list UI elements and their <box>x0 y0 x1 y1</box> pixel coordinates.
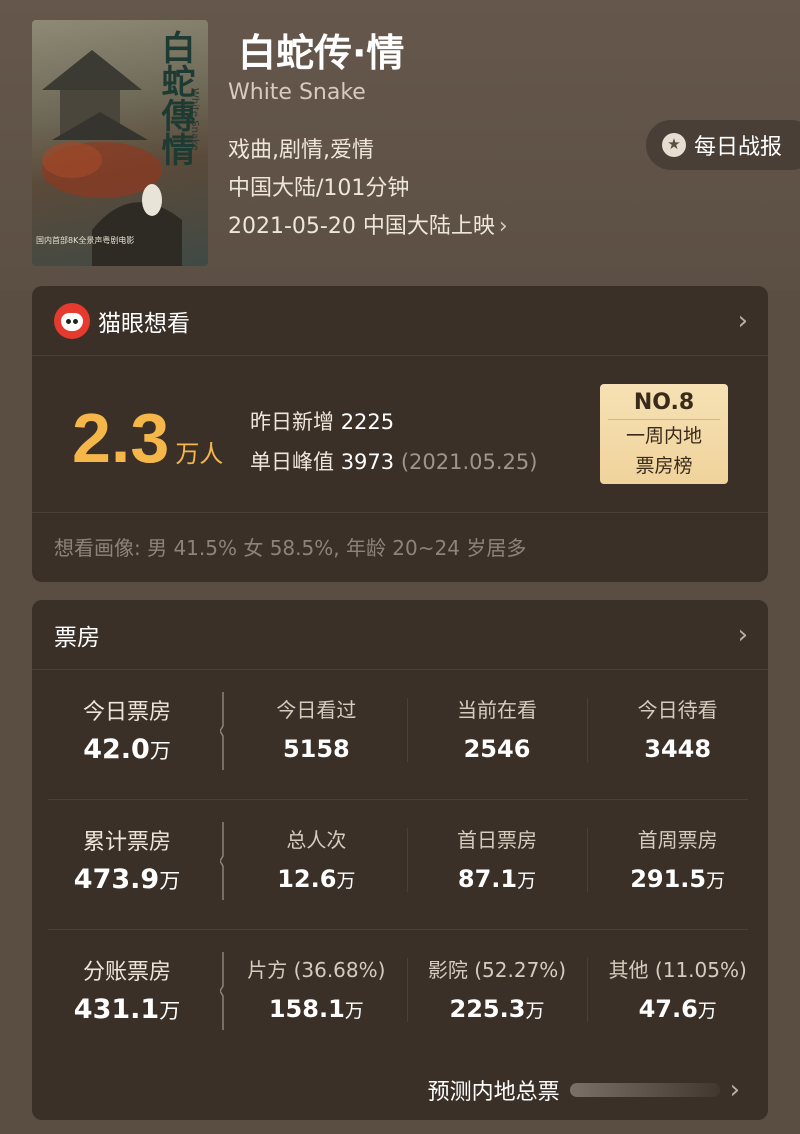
bo-stat-label: 首周票房 <box>637 828 718 852</box>
bo-stat: 首日票房 87.1万 <box>406 824 588 893</box>
box-office-header[interactable]: 票房 › <box>32 600 768 670</box>
poster-title-en: White Snake <box>189 88 200 151</box>
bo-stat-label: 总人次 <box>286 828 347 852</box>
bo-stat: 今日看过 5158 <box>226 694 407 763</box>
bo-stat-value: 3448 <box>644 735 712 763</box>
bo-main-value: 42.0万 <box>83 734 171 765</box>
bo-stat-label: 当前在看 <box>457 698 537 722</box>
chevron-right-icon: › <box>498 214 508 239</box>
movie-poster[interactable]: 白蛇傳情 White Snake 国内首部8K全景声粤剧电影 <box>32 20 208 266</box>
bo-stat-value: 87.1万 <box>457 865 537 893</box>
bo-stat: 影院 (52.27%) 225.3万 <box>406 954 588 1023</box>
box-office-title: 票房 <box>54 624 100 651</box>
want-count-value: 2.3 <box>72 399 170 477</box>
rank-number: NO.8 <box>608 390 720 420</box>
bo-stat-value: 225.3万 <box>449 995 545 1023</box>
chevron-right-icon: › <box>737 620 748 650</box>
forecast-value-redacted <box>569 1083 720 1097</box>
daily-report-button[interactable]: 每日战报 <box>646 120 800 170</box>
poster-caption: 国内首部8K全景声粤剧电影 <box>36 236 135 245</box>
bo-stat-label: 片方 (36.68%) <box>247 958 386 982</box>
movie-release-date: 2021-05-20 中国大陆上映 <box>228 214 495 239</box>
chevron-right-icon: › <box>737 306 748 336</box>
medal-icon <box>662 133 686 157</box>
daily-peak-value: 3973 <box>340 450 395 474</box>
daily-report-label: 每日战报 <box>694 135 783 160</box>
bo-stat-value: 158.1万 <box>268 995 364 1023</box>
want-stats: 昨日新增 2225 单日峰值 3973 (2021.05.25) <box>250 402 537 482</box>
want-count-unit: 万人 <box>175 440 224 468</box>
bo-sub-stats: 今日看过 5158 当前在看 2546 今日待看 3448 <box>226 694 768 763</box>
bo-stat: 首周票房 291.5万 <box>587 824 768 893</box>
movie-title-en: White Snake <box>228 80 366 105</box>
bo-main: 今日票房 42.0万 <box>32 694 222 765</box>
bo-stat: 当前在看 2546 <box>406 694 588 763</box>
box-office-card: 票房 › 今日票房 42.0万 今日看过 5158 当前在看 2546 今日待看… <box>32 600 768 1120</box>
bo-stat: 总人次 12.6万 <box>226 824 407 893</box>
yesterday-new-value: 2225 <box>340 410 395 434</box>
bo-sub-stats: 片方 (36.68%) 158.1万 影院 (52.27%) 225.3万 其他… <box>226 954 768 1023</box>
bo-stat: 今日待看 3448 <box>587 694 768 763</box>
bo-main-value: 473.9万 <box>73 864 181 895</box>
divider <box>32 512 768 513</box>
movie-genres: 戏曲,剧情,爱情 <box>228 138 374 163</box>
box-office-row-cumulative: 累计票房 473.9万 总人次 12.6万 首日票房 87.1万 首周票房 29… <box>32 800 768 930</box>
yesterday-new-label: 昨日新增 <box>250 410 334 434</box>
maoyan-cat-icon <box>54 302 90 339</box>
want-to-see-card: 猫眼想看 › 2.3 万人 昨日新增 2225 单日峰值 3973 (2021.… <box>32 286 768 582</box>
bo-main-value: 431.1万 <box>73 994 181 1025</box>
movie-title: 白蛇传·情 <box>238 31 405 75</box>
want-count: 2.3 万人 <box>72 398 223 478</box>
bo-main-label: 今日票房 <box>82 700 171 725</box>
bo-stat: 片方 (36.68%) 158.1万 <box>226 954 407 1023</box>
want-to-see-header[interactable]: 猫眼想看 › <box>32 286 768 356</box>
chevron-right-icon: › <box>729 1075 740 1105</box>
box-office-row-split: 分账票房 431.1万 片方 (36.68%) 158.1万 影院 (52.27… <box>32 930 768 1060</box>
bo-main: 累计票房 473.9万 <box>32 824 222 895</box>
daily-peak-label: 单日峰值 <box>250 450 334 474</box>
bo-stat-label: 影院 (52.27%) <box>427 958 567 982</box>
bo-stat-value: 2546 <box>463 735 531 763</box>
bo-stat-value: 12.6万 <box>277 865 356 893</box>
audience-portrait: 想看画像: 男 41.5% 女 58.5%, 年龄 20~24 岁居多 <box>54 536 527 560</box>
movie-region-duration: 中国大陆/101分钟 <box>228 176 410 201</box>
bo-stat-label: 今日待看 <box>637 698 718 722</box>
bo-main-label: 分账票房 <box>82 960 171 985</box>
bo-stat-label: 首日票房 <box>457 828 537 852</box>
bo-sub-stats: 总人次 12.6万 首日票房 87.1万 首周票房 291.5万 <box>226 824 768 893</box>
yesterday-new: 昨日新增 2225 <box>250 402 537 442</box>
rank-label-line2: 票房榜 <box>635 455 693 477</box>
bo-stat: 其他 (11.05%) 47.6万 <box>587 954 768 1023</box>
want-to-see-title: 猫眼想看 <box>98 310 190 337</box>
bo-stat-label: 其他 (11.05%) <box>608 958 747 982</box>
forecast-total-link[interactable]: 预测内地总票 › <box>32 1060 768 1120</box>
bo-stat-value: 47.6万 <box>638 995 717 1023</box>
bo-stat-value: 291.5万 <box>630 865 726 893</box>
bo-main-label: 累计票房 <box>82 830 171 855</box>
daily-peak-date: (2021.05.25) <box>400 450 538 474</box>
rank-label-line1: 一周内地 <box>625 425 702 447</box>
bo-main: 分账票房 431.1万 <box>32 954 222 1025</box>
daily-peak: 单日峰值 3973 (2021.05.25) <box>250 442 537 482</box>
bo-stat-value: 5158 <box>282 735 350 763</box>
box-office-row-today: 今日票房 42.0万 今日看过 5158 当前在看 2546 今日待看 3448 <box>32 670 768 800</box>
bo-stat-label: 今日看过 <box>276 698 357 722</box>
movie-release-link[interactable]: 2021-05-20 中国大陆上映 › <box>228 208 508 240</box>
weekly-rank-badge[interactable]: NO.8 一周内地 票房榜 <box>600 384 728 484</box>
forecast-label: 预测内地总票 <box>427 1080 560 1105</box>
